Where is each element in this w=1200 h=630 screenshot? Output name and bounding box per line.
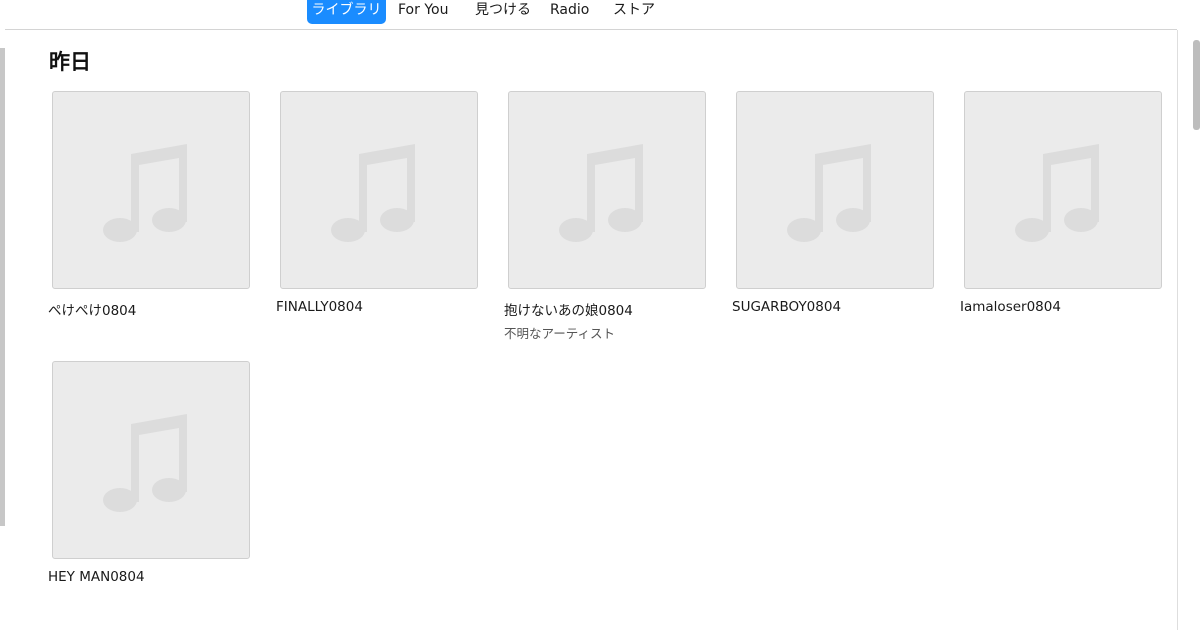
- content-right-edge: [1177, 30, 1178, 630]
- album-title[interactable]: Iamaloser0804: [960, 299, 1061, 315]
- tab-browse[interactable]: 見つける: [475, 0, 531, 24]
- music-note-icon: [103, 414, 187, 512]
- album-artwork[interactable]: [52, 91, 250, 289]
- album-title[interactable]: 抱けないあの娘0804: [504, 299, 633, 319]
- album-title[interactable]: FINALLY0804: [276, 299, 363, 315]
- album-artwork[interactable]: [964, 91, 1162, 289]
- album-title[interactable]: SUGARBOY0804: [732, 299, 841, 315]
- music-note-icon: [103, 144, 187, 242]
- music-note-icon: [1015, 144, 1099, 242]
- music-note-icon: [787, 144, 871, 242]
- tab-for-you[interactable]: For You: [398, 0, 448, 24]
- album-artwork[interactable]: [736, 91, 934, 289]
- scrollbar-thumb[interactable]: [1193, 40, 1200, 130]
- tab-library[interactable]: ライブラリ: [307, 0, 386, 24]
- album-artwork[interactable]: [280, 91, 478, 289]
- music-note-icon: [559, 144, 643, 242]
- tab-store[interactable]: ストア: [613, 0, 655, 24]
- top-nav: ライブラリ For You 見つける Radio ストア: [0, 0, 1200, 30]
- music-note-icon: [331, 144, 415, 242]
- album-artist[interactable]: 不明なアーティスト: [504, 323, 615, 342]
- left-panel-edge: [0, 48, 5, 526]
- album-title[interactable]: ぺけぺけ0804: [48, 299, 136, 319]
- album-title[interactable]: HEY MAN0804: [48, 569, 145, 585]
- nav-divider: [5, 29, 1177, 30]
- album-artwork[interactable]: [508, 91, 706, 289]
- album-artwork[interactable]: [52, 361, 250, 559]
- section-title: 昨日: [49, 50, 91, 74]
- tab-radio[interactable]: Radio: [550, 0, 589, 24]
